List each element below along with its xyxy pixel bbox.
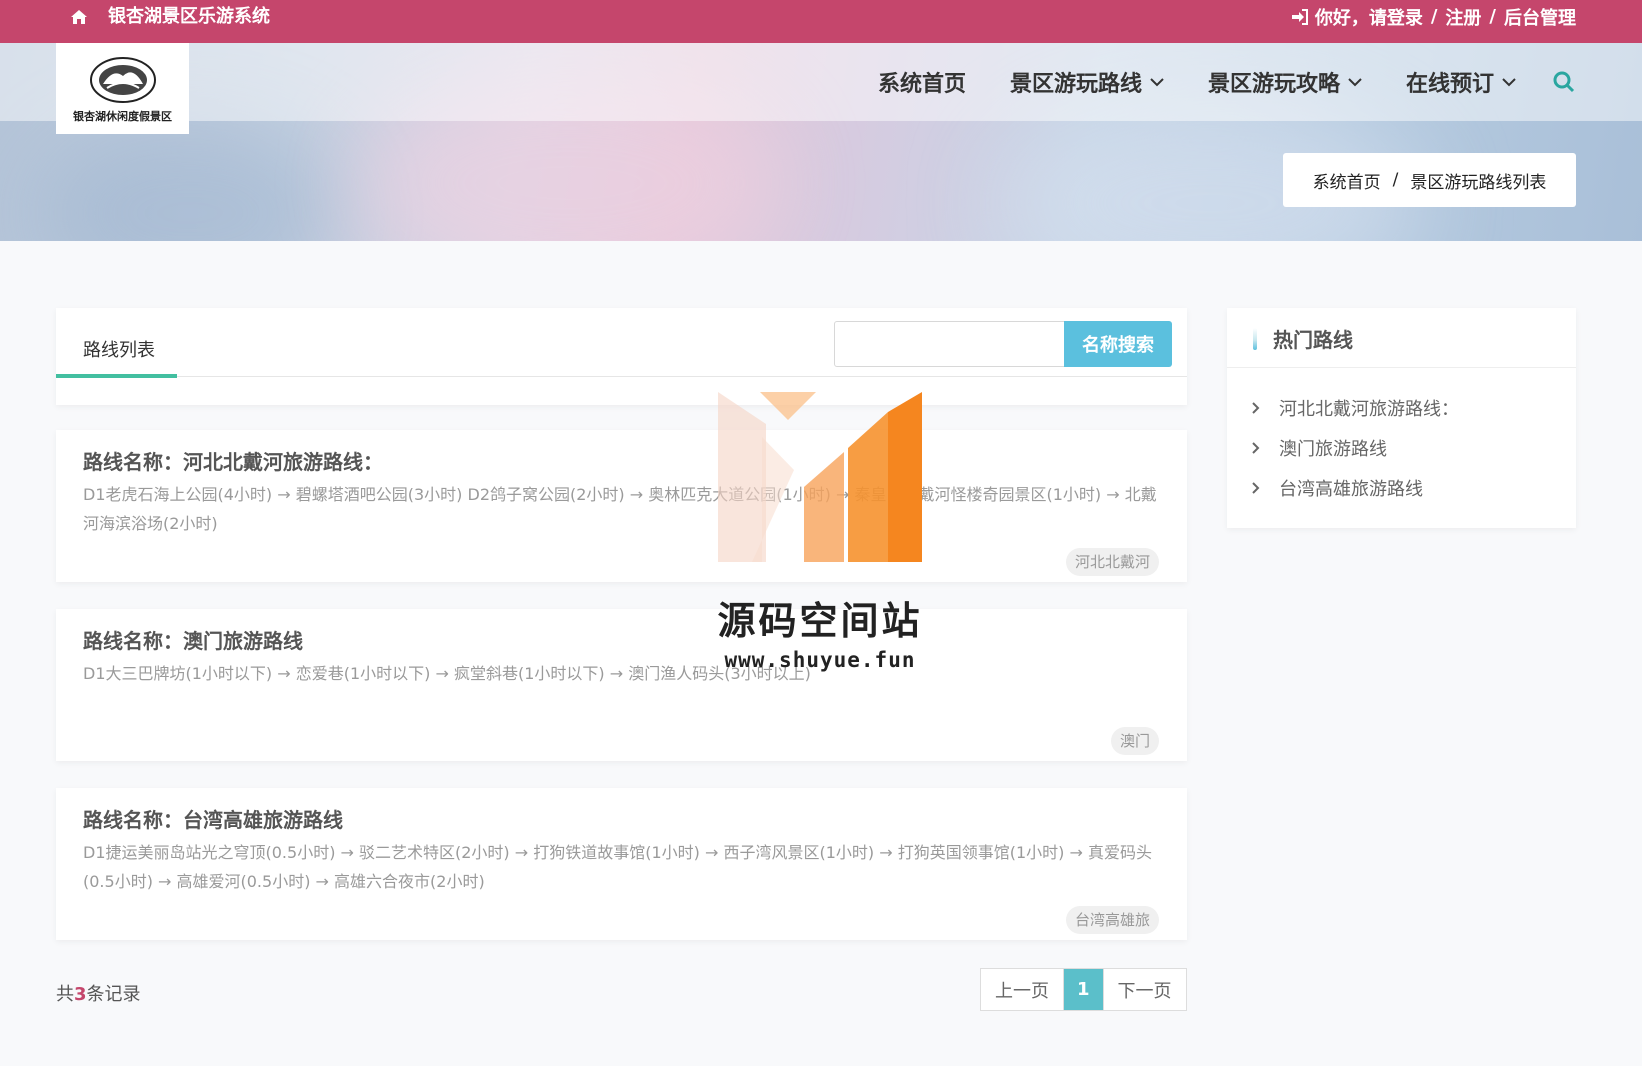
hot-routes-title: 热门路线 [1273, 328, 1353, 352]
record-count-number: 3 [74, 984, 87, 1005]
chevron-down-icon [1348, 78, 1362, 87]
route-description: D1捷运美丽岛站光之穹顶(0.5小时) → 驳二艺术特区(2小时) → 打狗铁道… [83, 843, 1152, 891]
record-count-prefix: 共 [56, 984, 74, 1005]
hot-route-item[interactable]: 河北北戴河旅游路线： [1251, 388, 1459, 428]
nav-home[interactable]: 系统首页 [878, 66, 966, 98]
nav-guides[interactable]: 景区游玩攻略 [1208, 66, 1362, 98]
main-nav: 系统首页 景区游玩路线 景区游玩攻略 在线预订 [878, 43, 1576, 121]
route-description: D1大三巴牌坊(1小时以下) → 恋爱巷(1小时以下) → 疯堂斜巷(1小时以下… [83, 664, 811, 683]
nav-routes-label: 景区游玩路线 [1009, 72, 1142, 97]
tab-route-list[interactable]: 路线列表 [83, 336, 155, 362]
watermark-name: 源码空间站 [717, 599, 923, 643]
route-name[interactable]: 路线名称：台湾高雄旅游路线 [83, 804, 343, 833]
hot-routes-header: 热门路线 [1227, 308, 1576, 368]
top-bar: 银杏湖景区乐游系统 你好，请登录 / 注册 / 后台管理 [0, 0, 1642, 43]
site-title[interactable]: 银杏湖景区乐游系统 [108, 0, 270, 33]
nav-booking-label: 在线预订 [1405, 72, 1494, 97]
watermark-url: www.shuyue.fun [724, 648, 916, 672]
route-name[interactable]: 路线名称：河北北戴河旅游路线： [83, 446, 383, 475]
hot-route-label: 澳门旅游路线 [1279, 439, 1387, 460]
route-description: D1老虎石海上公园(4小时) → 碧螺塔酒吧公园(3小时) D2鸽子窝公园(2小… [83, 485, 1157, 533]
watermark-logo-icon [718, 392, 922, 562]
prev-page-button[interactable]: 上一页 [981, 969, 1063, 1010]
breadcrumb-home[interactable]: 系统首页 [1313, 168, 1381, 193]
pagination: 上一页 1 下一页 [980, 968, 1187, 1011]
banner-decoration [40, 123, 340, 241]
user-links: 你好，请登录 / 注册 / 后台管理 [1291, 0, 1576, 33]
logo-emblem-icon [89, 56, 156, 103]
chevron-down-icon [1502, 78, 1516, 87]
route-card[interactable]: 路线名称：澳门旅游路线 D1大三巴牌坊(1小时以下) → 恋爱巷(1小时以下) … [56, 609, 1187, 761]
nav-routes[interactable]: 景区游玩路线 [1010, 66, 1164, 98]
route-name[interactable]: 路线名称：澳门旅游路线 [83, 625, 303, 654]
chevron-right-icon [1252, 482, 1260, 494]
breadcrumb-current: 景区游玩路线列表 [1410, 172, 1547, 193]
search-input[interactable] [834, 321, 1066, 367]
separator: / [1489, 6, 1496, 27]
hot-routes-list: 河北北戴河旅游路线： 澳门旅游路线 台湾高雄旅游路线 [1251, 388, 1459, 508]
header-banner: 银杏湖休闲度假景区 系统首页 景区游玩路线 景区游玩攻略 在线预订 系统首页 /… [0, 43, 1642, 241]
hot-route-label: 台湾高雄旅游路线 [1279, 479, 1423, 500]
register-link[interactable]: 注册 [1445, 4, 1481, 30]
breadcrumb-separator: / [1392, 170, 1399, 190]
logo-text: 银杏湖休闲度假景区 [73, 109, 172, 123]
route-card[interactable]: 路线名称：台湾高雄旅游路线 D1捷运美丽岛站光之穹顶(0.5小时) → 驳二艺术… [56, 788, 1187, 940]
nav-booking[interactable]: 在线预订 [1406, 66, 1516, 98]
hot-route-label: 河北北戴河旅游路线： [1279, 399, 1459, 420]
home-icon[interactable] [70, 0, 88, 33]
site-logo[interactable]: 银杏湖休闲度假景区 [56, 43, 189, 134]
hot-route-item[interactable]: 台湾高雄旅游路线 [1251, 468, 1459, 508]
chevron-down-icon [1150, 78, 1164, 87]
login-icon [1291, 8, 1308, 25]
route-tag: 台湾高雄旅 [1065, 906, 1159, 934]
admin-link[interactable]: 后台管理 [1504, 4, 1576, 30]
chevron-right-icon [1252, 402, 1260, 414]
breadcrumb: 系统首页 / 景区游玩路线列表 [1283, 153, 1576, 207]
route-card[interactable]: 路线名称：河北北戴河旅游路线： D1老虎石海上公园(4小时) → 碧螺塔酒吧公园… [56, 430, 1187, 582]
separator: / [1430, 6, 1438, 27]
record-count: 共3条记录 [56, 980, 141, 1006]
search-button[interactable]: 名称搜索 [1064, 321, 1172, 367]
next-page-button[interactable]: 下一页 [1102, 969, 1186, 1010]
nav-home-label: 系统首页 [877, 72, 966, 97]
search-icon[interactable] [1552, 70, 1576, 94]
tab-active-indicator [56, 374, 177, 378]
nav-guides-label: 景区游玩攻略 [1207, 72, 1340, 97]
login-link[interactable]: 你好，请登录 [1315, 4, 1423, 30]
route-tag: 河北北戴河 [1065, 548, 1159, 576]
hot-routes-panel: 热门路线 河北北戴河旅游路线： 澳门旅游路线 台湾高雄旅游路线 [1227, 308, 1576, 528]
list-header: 路线列表 名称搜索 [56, 308, 1187, 405]
title-marker [1253, 328, 1257, 350]
route-tag: 澳门 [1110, 727, 1159, 755]
watermark: 源码空间站 www.shuyue.fun [700, 392, 940, 682]
page-number-current[interactable]: 1 [1063, 969, 1103, 1010]
hot-route-item[interactable]: 澳门旅游路线 [1251, 428, 1459, 468]
tab-divider [56, 376, 1187, 377]
record-count-suffix: 条记录 [86, 984, 141, 1005]
chevron-right-icon [1252, 442, 1260, 454]
